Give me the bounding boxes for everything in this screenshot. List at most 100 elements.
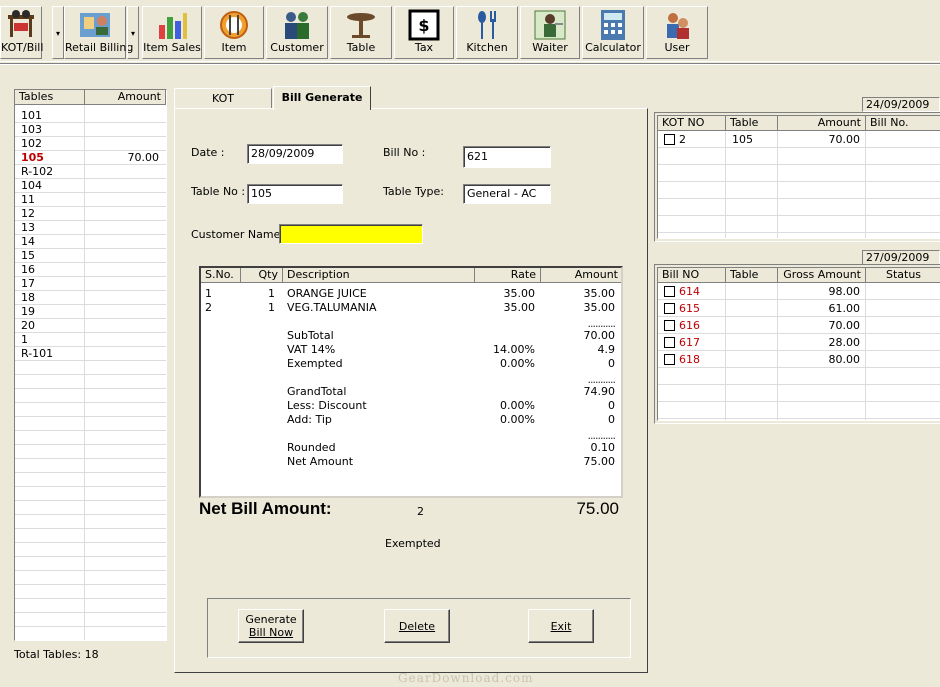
table-row[interactable]: 11	[15, 193, 166, 207]
table-row[interactable]: 18	[15, 291, 166, 305]
table-row[interactable]: 102	[15, 137, 166, 151]
tab-bill-generate[interactable]: Bill Generate	[273, 86, 371, 110]
table-row[interactable]: 20	[15, 319, 166, 333]
table-name: 105	[21, 151, 44, 164]
bill-no-cell[interactable]: 618	[664, 353, 700, 367]
tab-kot[interactable]: KOT	[174, 88, 272, 109]
rate-col-header[interactable]: Rate	[475, 268, 541, 283]
table-row[interactable]: 104	[15, 179, 166, 193]
bill-date-picker[interactable]: 27/09/2009	[862, 250, 940, 265]
item-sales-button[interactable]: Item Sales	[142, 6, 202, 59]
summary-amount: 0.10	[590, 441, 616, 454]
gross-amount-col-header[interactable]: Gross Amount	[778, 268, 866, 283]
actions-frame: Generate Bill Now Delete Exit	[207, 598, 631, 658]
row-separator	[15, 612, 166, 613]
kot-date-picker[interactable]: 24/09/2009	[862, 97, 940, 112]
bill-no-field[interactable]: 621	[463, 146, 551, 168]
table-no-field[interactable]: 105	[247, 184, 343, 204]
customer-button[interactable]: Customer	[266, 6, 328, 59]
table-row[interactable]: 17	[15, 277, 166, 291]
retail-billing-dropdown[interactable]: ▾	[127, 6, 139, 59]
kot-bill-button[interactable]: KOT/Bill	[0, 6, 43, 59]
kot-bill-dropdown[interactable]: ▾	[52, 6, 64, 59]
table-name: 18	[21, 291, 35, 304]
table-name: R-102	[21, 165, 54, 178]
bill-item-row[interactable]: 1 1 ORANGE JUICE 35.00 35.00	[201, 287, 621, 301]
user-button[interactable]: User	[646, 6, 708, 59]
checkbox[interactable]	[664, 337, 675, 348]
bill-no-cell[interactable]: 617	[664, 336, 700, 350]
kot-list[interactable]: KOT NO Table Amount Bill No. 2 105 70.00	[657, 115, 940, 239]
row-separator	[15, 556, 166, 557]
delete-button[interactable]: Delete	[384, 609, 450, 643]
kitchen-button[interactable]: Kitchen	[456, 6, 518, 59]
kot-no-col-header[interactable]: KOT NO	[658, 116, 726, 131]
retail-billing-button[interactable]: Retail Billing	[64, 6, 134, 59]
checkbox[interactable]	[664, 320, 675, 331]
checkbox[interactable]	[664, 134, 675, 145]
tax-button[interactable]: $ Tax	[394, 6, 454, 59]
bill-list-row[interactable]: 614 98.00	[658, 284, 940, 301]
amount-col-header[interactable]: Amount	[541, 268, 621, 283]
sno-col-header[interactable]: S.No.	[201, 268, 241, 283]
summary-amount: 0	[608, 413, 615, 426]
exit-button[interactable]: Exit	[528, 609, 594, 643]
item-label: Item	[221, 41, 247, 54]
description-col-header[interactable]: Description	[283, 268, 475, 283]
table-row[interactable]: 19	[15, 305, 166, 319]
tables-list[interactable]: Tables Amount 101 103 102 105 70.00 R-102 104 1…	[14, 89, 167, 641]
customer-name-input[interactable]	[279, 224, 423, 244]
table-row[interactable]: 103	[15, 123, 166, 137]
retail-billing-label: Retail Billing	[65, 41, 134, 54]
calculator-button[interactable]: Calculator	[582, 6, 644, 59]
checkbox[interactable]	[664, 303, 675, 314]
table-row[interactable]: 16	[15, 263, 166, 277]
kot-row[interactable]: 2 105 70.00	[658, 132, 940, 149]
summary-label: VAT 14%	[287, 343, 336, 356]
summary-label: Net Amount	[287, 455, 354, 468]
table-row[interactable]: 1	[15, 333, 166, 347]
generate-bill-button[interactable]: Generate Bill Now	[238, 609, 304, 643]
bill-no-cell[interactable]: 614	[664, 285, 700, 299]
bill-list-row[interactable]: 615 61.00	[658, 301, 940, 318]
summary-amount: 0	[608, 399, 615, 412]
bill-no-cell[interactable]: 615	[664, 302, 700, 316]
bill-items-grid[interactable]: S.No. Qty Description Rate Amount 1 1 ORAN…	[199, 266, 623, 498]
checkbox[interactable]	[664, 286, 675, 297]
bill-no-col-header[interactable]: Bill NO	[658, 268, 726, 283]
table-row[interactable]: R-102	[15, 165, 166, 179]
table-row[interactable]: 14	[15, 235, 166, 249]
item-button[interactable]: Item	[204, 6, 264, 59]
kot-amount-col-header[interactable]: Amount	[778, 116, 866, 131]
table-row[interactable]: 105 70.00	[15, 151, 166, 165]
bill-list-row[interactable]: 616 70.00	[658, 318, 940, 335]
bill-table-col-header[interactable]: Table	[726, 268, 778, 283]
status-col-header[interactable]: Status	[866, 268, 940, 283]
bill-no-cell[interactable]: 616	[664, 319, 700, 333]
bill-list-row[interactable]: 618 80.00	[658, 352, 940, 369]
bill-list-row[interactable]: 617 28.00	[658, 335, 940, 352]
bill-item-row[interactable]: 2 1 VEG.TALUMANIA 35.00 35.00	[201, 301, 621, 315]
table-row[interactable]: 101	[15, 109, 166, 123]
table-row[interactable]: 15	[15, 249, 166, 263]
table-button[interactable]: Table	[330, 6, 392, 59]
table-type-field[interactable]: General - AC	[463, 184, 551, 204]
tables-col-header[interactable]: Tables	[15, 90, 85, 105]
kot-bill-no-col-header[interactable]: Bill No.	[866, 116, 940, 131]
amount-col-header[interactable]: Amount	[85, 90, 166, 105]
checkbox[interactable]	[664, 354, 675, 365]
generate-bill-label-line2: Bill Now	[248, 626, 294, 639]
waiter-button[interactable]: Waiter	[520, 6, 580, 59]
table-row[interactable]: 13	[15, 221, 166, 235]
kot-table-col-header[interactable]: Table	[726, 116, 778, 131]
summary-row: Add: Tip 0.00% 0	[201, 413, 621, 427]
table-row[interactable]: 12	[15, 207, 166, 221]
bill-list[interactable]: Bill NO Table Gross Amount Status 614 98.…	[657, 267, 940, 421]
table-row[interactable]: R-101	[15, 347, 166, 361]
table-name: 102	[21, 137, 42, 150]
kot-no-cell[interactable]: 2	[664, 133, 686, 147]
date-field[interactable]: 28/09/2009	[247, 144, 343, 164]
row-separator	[15, 458, 166, 459]
qty-col-header[interactable]: Qty	[241, 268, 283, 283]
row-separator	[15, 500, 166, 501]
